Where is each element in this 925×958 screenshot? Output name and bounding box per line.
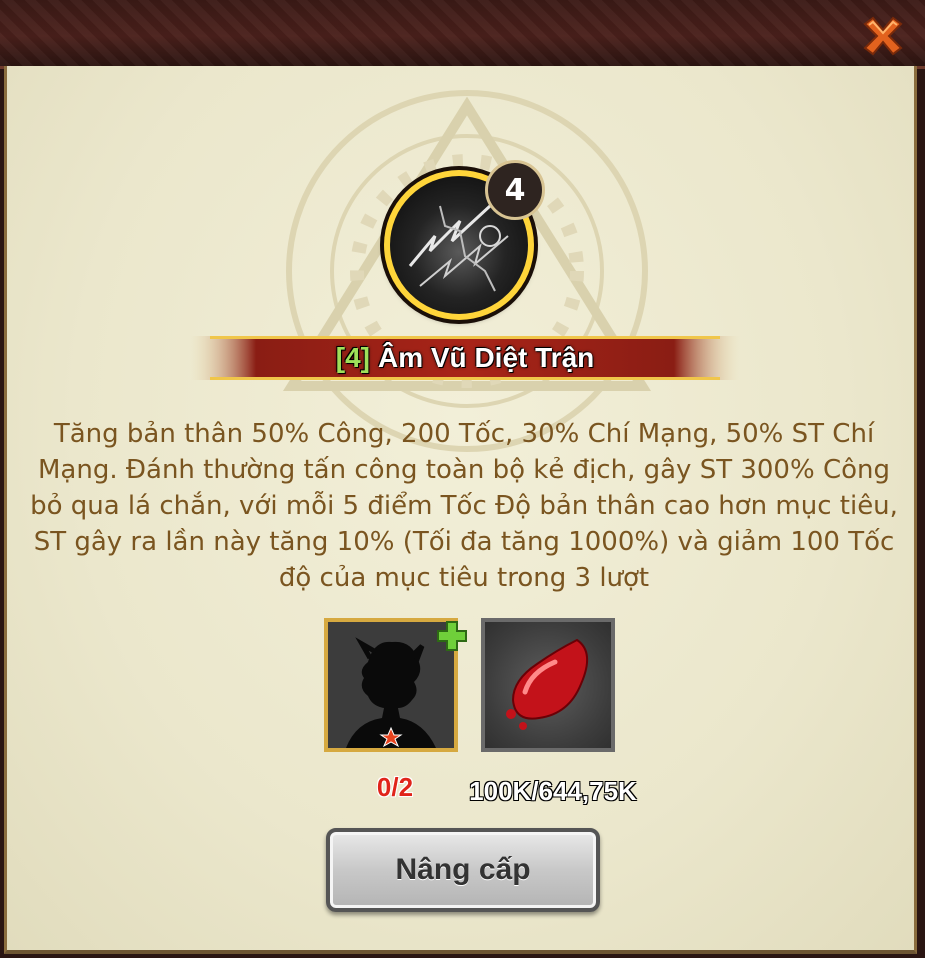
close-button[interactable] <box>859 12 907 60</box>
upgrade-button[interactable]: Nâng cấp <box>326 828 600 912</box>
dialog-header <box>0 0 925 69</box>
character-count: 0/2 <box>376 772 414 802</box>
skill-title-name: Âm Vũ Diệt Trận <box>377 342 595 373</box>
red-blood-drop-icon <box>506 638 588 730</box>
skill-title-ribbon: [4] Âm Vũ Diệt Trận <box>190 332 740 384</box>
skill-title-level: [4] <box>335 342 370 373</box>
skill-description: Tăng bản thân 50% Công, 200 Tốc, 30% Chí… <box>30 419 898 593</box>
add-plus-icon[interactable] <box>436 620 468 652</box>
skill-level-badge: 4 <box>485 160 545 220</box>
required-item-slot[interactable] <box>481 618 615 752</box>
close-x-icon <box>863 16 903 56</box>
item-count: 100K/644,75K <box>469 776 637 806</box>
upgrade-button-label: Nâng cấp <box>395 853 531 886</box>
